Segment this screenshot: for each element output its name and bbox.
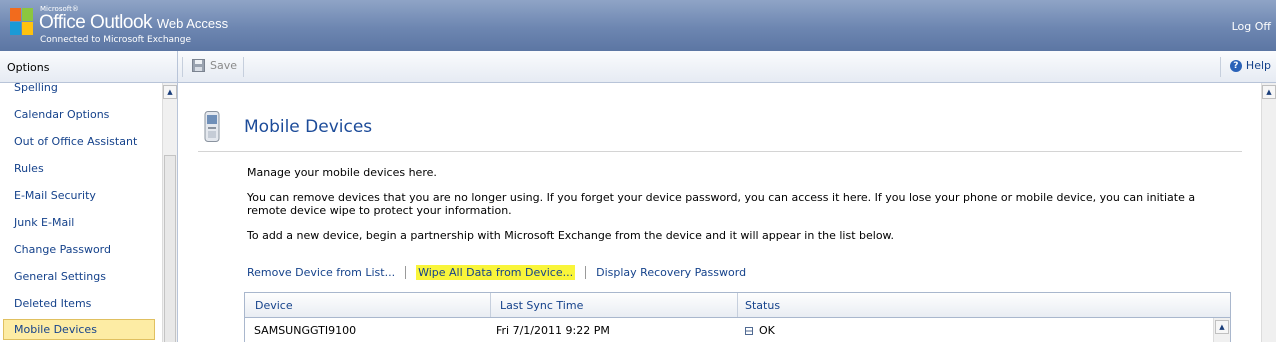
nav-item-deleted-items[interactable]: Deleted Items	[3, 294, 155, 315]
recovery-password-link[interactable]: Display Recovery Password	[596, 266, 746, 279]
help-icon: ?	[1229, 59, 1242, 72]
save-button[interactable]: Save	[192, 59, 237, 72]
save-label: Save	[210, 59, 238, 72]
nav-item-junk-email[interactable]: Junk E-Mail	[3, 213, 155, 234]
remove-device-link[interactable]: Remove Device from List...	[247, 266, 395, 279]
intro-text: Manage your mobile devices here.	[247, 166, 437, 179]
status-text: OK	[759, 324, 775, 337]
action-divider	[405, 266, 407, 279]
options-nav: Spelling Calendar Options Out of Office …	[0, 83, 178, 342]
nav-item-calendar-options[interactable]: Calendar Options	[3, 105, 155, 126]
nav-item-email-security[interactable]: E-Mail Security	[3, 186, 155, 207]
nav-scroll-thumb[interactable]	[164, 155, 176, 342]
brand-name: Office Outlook Web Access	[39, 12, 228, 34]
table-header: Device Last Sync Time Status	[245, 293, 1230, 318]
cell-device: SAMSUNGGTI9100	[254, 324, 357, 337]
mobile-phone-icon	[204, 111, 220, 142]
toolbar: Save ? Help	[178, 51, 1276, 83]
nav-item-general-settings[interactable]: General Settings	[3, 267, 155, 288]
nav-scrollbar[interactable]: ▲	[162, 83, 177, 342]
brand-main-text: Office Outlook	[39, 12, 153, 33]
scroll-up-icon[interactable]: ▲	[163, 85, 177, 99]
cell-status: OK	[745, 324, 775, 337]
nav-item-out-of-office[interactable]: Out of Office Assistant	[3, 132, 155, 153]
toolbar-divider	[1220, 57, 1221, 77]
brand-tagline: Connected to Microsoft Exchange	[40, 35, 192, 45]
nav-item-mobile-devices[interactable]: Mobile Devices	[3, 319, 155, 340]
main-content: Mobile Devices Manage your mobile device…	[178, 83, 1276, 342]
toolbar-divider	[182, 57, 183, 77]
office-logo-icon	[10, 8, 33, 35]
device-actions: Remove Device from List... Wipe All Data…	[247, 265, 746, 280]
column-status[interactable]: Status	[745, 299, 780, 312]
action-divider	[585, 266, 587, 279]
devices-table: Device Last Sync Time Status SAMSUNGGTI9…	[244, 292, 1231, 342]
nav-item-spelling[interactable]: Spelling	[3, 83, 155, 99]
main-scrollbar[interactable]: ▲	[1261, 83, 1276, 342]
floppy-disk-icon	[192, 59, 205, 72]
column-divider	[490, 293, 491, 317]
nav-item-change-password[interactable]: Change Password	[3, 240, 155, 261]
column-device[interactable]: Device	[255, 299, 293, 312]
wipe-device-link[interactable]: Wipe All Data from Device...	[416, 265, 576, 280]
brand-sub-text: Web Access	[156, 16, 229, 31]
options-panel-title: Options	[0, 51, 178, 83]
log-off-link[interactable]: Log Off	[1232, 20, 1271, 33]
toolbar-divider	[243, 57, 244, 77]
description-text: You can remove devices that you are no l…	[247, 191, 1196, 217]
column-last-sync[interactable]: Last Sync Time	[500, 299, 583, 312]
title-divider	[198, 151, 1242, 152]
add-device-text: To add a new device, begin a partnership…	[247, 229, 895, 242]
column-divider	[737, 293, 738, 317]
scroll-up-icon[interactable]: ▲	[1215, 320, 1229, 334]
help-label: Help	[1245, 59, 1271, 72]
app-header: Microsoft® Office Outlook Web Access Con…	[0, 0, 1276, 51]
help-button[interactable]: ? Help	[1229, 59, 1271, 72]
table-scrollbar[interactable]: ▲	[1213, 318, 1230, 342]
cell-last-sync: Fri 7/1/2011 9:22 PM	[496, 324, 610, 337]
status-ok-icon	[745, 327, 753, 335]
scroll-up-icon[interactable]: ▲	[1262, 85, 1276, 99]
page-title: Mobile Devices	[244, 117, 373, 137]
nav-item-rules[interactable]: Rules	[3, 159, 155, 180]
